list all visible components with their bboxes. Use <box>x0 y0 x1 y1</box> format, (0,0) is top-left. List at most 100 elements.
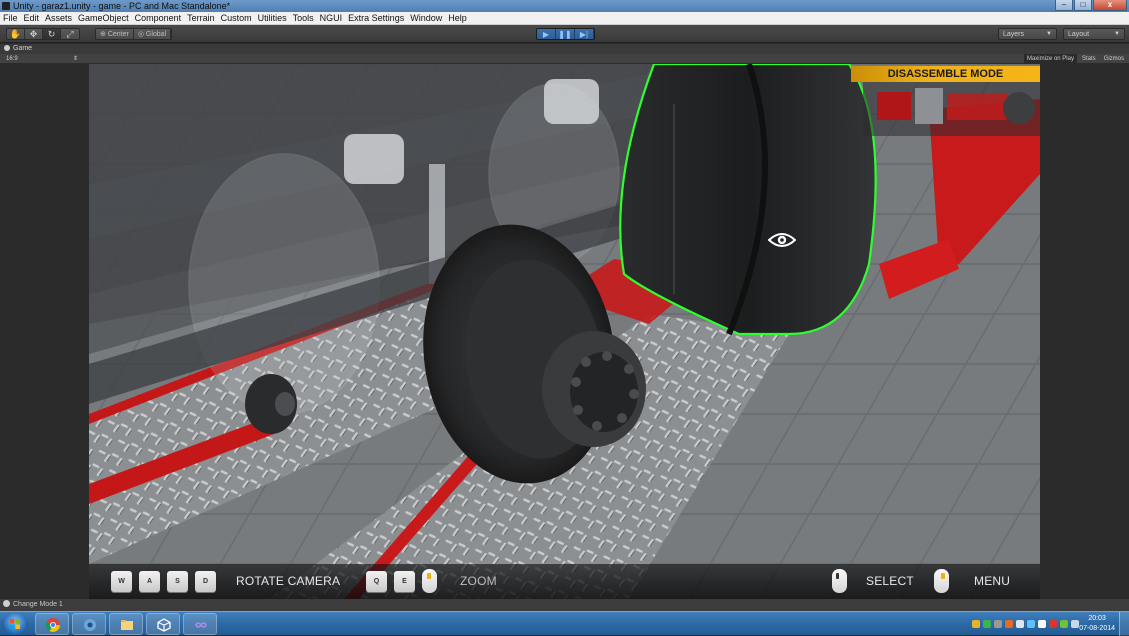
menu-help[interactable]: Help <box>445 12 470 24</box>
taskbar-unity[interactable] <box>146 613 180 635</box>
part-thumbnails[interactable] <box>863 82 1040 136</box>
gizmos-dropdown[interactable]: Gizmos <box>1101 54 1127 64</box>
editor-toolbar: ✋ ✥ ↻ ⤢ ⊕ Center ◎ Global ▶ ❚❚ ▶| Layers… <box>0 25 1129 43</box>
move-tool-icon[interactable]: ✥ <box>25 29 43 39</box>
layers-dropdown[interactable]: Layers ▼ <box>998 28 1057 40</box>
mouse-left-button <box>836 573 839 579</box>
menu-label: MENU <box>974 574 1011 588</box>
mouse-scroll-icon <box>422 569 437 593</box>
play-button[interactable]: ▶ <box>537 29 556 39</box>
mouse-right-button <box>941 573 945 579</box>
pause-button[interactable]: ❚❚ <box>556 29 575 39</box>
game-tab-bar: Game <box>0 44 1129 54</box>
pivot-center-toggle[interactable]: ⊕ Center <box>96 29 134 39</box>
tab-game[interactable]: Game <box>4 44 32 54</box>
minimize-button[interactable]: – <box>1055 0 1073 11</box>
network-icon[interactable] <box>1038 620 1046 628</box>
tab-game-label: Game <box>13 45 33 52</box>
tray-app-icon[interactable] <box>983 620 991 628</box>
window-title: Unity - garaz1.unity - game - PC and Mac… <box>13 1 231 11</box>
window-controls: – □ x <box>1055 0 1127 11</box>
tray-app-icon[interactable] <box>1005 620 1013 628</box>
chevron-down-icon: ▼ <box>1114 31 1120 37</box>
visual-studio-icon <box>195 622 207 628</box>
chevron-down-icon: ▼ <box>1046 31 1052 37</box>
stats-toggle[interactable]: Stats <box>1079 54 1099 64</box>
game-view-icon <box>4 45 10 51</box>
transform-tools: ✋ ✥ ↻ ⤢ <box>6 28 80 40</box>
mouse-left-click-icon <box>832 569 847 593</box>
chrome-icon <box>46 618 60 632</box>
game-viewport[interactable]: DISASSEMBLE MODE W A S D ROTATE CAMERA Q… <box>89 64 1040 599</box>
menu-assets[interactable]: Assets <box>42 12 75 24</box>
clock-date: 07-08-2014 <box>1079 625 1115 632</box>
rotate-tool-icon[interactable]: ↻ <box>43 29 61 39</box>
taskbar-visual-studio[interactable] <box>183 613 217 635</box>
key-s: S <box>167 571 188 592</box>
key-a: A <box>139 571 160 592</box>
info-icon <box>3 600 10 607</box>
maximize-button[interactable]: □ <box>1074 0 1092 11</box>
scale-tool-icon[interactable]: ⤢ <box>61 29 79 39</box>
menu-file[interactable]: File <box>0 12 21 24</box>
step-button[interactable]: ▶| <box>575 29 594 39</box>
taskbar-clock[interactable]: 20:03 07-08-2014 <box>1079 614 1115 634</box>
mouse-wheel-highlight <box>427 573 431 579</box>
eye-icon-graphic <box>767 233 797 247</box>
menu-ngui[interactable]: NGUI <box>317 12 346 24</box>
pivot-global-label: Global <box>145 31 167 38</box>
layout-dropdown[interactable]: Layout ▼ <box>1063 28 1125 40</box>
eye-icon[interactable] <box>767 232 797 248</box>
key-w: W <box>111 571 132 592</box>
taskbar-chrome[interactable] <box>35 613 69 635</box>
menu-edit[interactable]: Edit <box>21 12 43 24</box>
tray-app-icon[interactable] <box>994 620 1002 628</box>
action-center-icon[interactable] <box>1071 620 1079 628</box>
windows-logo-icon <box>10 619 20 629</box>
key-e: E <box>394 571 415 592</box>
window-title-bar: Unity - garaz1.unity - game - PC and Mac… <box>0 0 1129 12</box>
mode-banner: DISASSEMBLE MODE <box>851 66 1040 82</box>
status-bar: Change Mode 1 <box>0 599 1129 611</box>
system-tray <box>972 617 1079 631</box>
menu-custom[interactable]: Custom <box>218 12 255 24</box>
close-button[interactable]: x <box>1093 0 1127 11</box>
windows-taskbar: 20:03 07-08-2014 <box>0 611 1129 636</box>
select-label: SELECT <box>866 574 914 588</box>
battery-icon[interactable] <box>1060 620 1068 628</box>
controls-hint-bar: W A S D ROTATE CAMERA Q E ZOOM SELECT ME… <box>89 564 1040 599</box>
layout-label: Layout <box>1068 31 1090 38</box>
show-desktop-button[interactable] <box>1119 612 1129 636</box>
maximize-on-play-toggle[interactable]: Maximize on Play <box>1023 54 1077 64</box>
menu-component[interactable]: Component <box>132 12 185 24</box>
pivot-center-label: Center <box>107 31 129 38</box>
taskbar-settings[interactable] <box>72 613 106 635</box>
status-message: Change Mode 1 <box>13 601 63 608</box>
menu-tools[interactable]: Tools <box>290 12 317 24</box>
truck-thumbnail-icons <box>863 82 1040 136</box>
layers-label: Layers <box>1003 31 1025 38</box>
menu-utilities[interactable]: Utilities <box>255 12 290 24</box>
clock-time: 20:03 <box>1088 615 1106 622</box>
key-q: Q <box>366 571 387 592</box>
unity-icon <box>157 618 171 632</box>
menu-gameobject[interactable]: GameObject <box>75 12 132 24</box>
tray-app-icon[interactable] <box>1049 620 1057 628</box>
hand-tool-icon[interactable]: ✋ <box>7 29 25 39</box>
menu-window[interactable]: Window <box>407 12 445 24</box>
folder-icon <box>121 620 133 630</box>
menu-terrain[interactable]: Terrain <box>184 12 218 24</box>
bluetooth-icon[interactable] <box>1027 620 1035 628</box>
unity-app-icon <box>2 2 10 10</box>
tray-app-icon[interactable] <box>972 620 980 628</box>
menu-extra-settings[interactable]: Extra Settings <box>345 12 407 24</box>
start-button[interactable] <box>2 613 28 635</box>
settings-icon <box>84 619 96 631</box>
aspect-ratio-label: 16:9 <box>6 56 18 62</box>
aspect-ratio-dropdown[interactable]: 16:9 ⇕ <box>6 54 78 64</box>
game-view-toggles: Maximize on Play Stats Gizmos <box>1023 54 1127 64</box>
garage-scene <box>89 64 1040 599</box>
taskbar-explorer[interactable] <box>109 613 143 635</box>
pivot-global-toggle[interactable]: ◎ Global <box>133 29 172 39</box>
volume-icon[interactable] <box>1016 620 1024 628</box>
